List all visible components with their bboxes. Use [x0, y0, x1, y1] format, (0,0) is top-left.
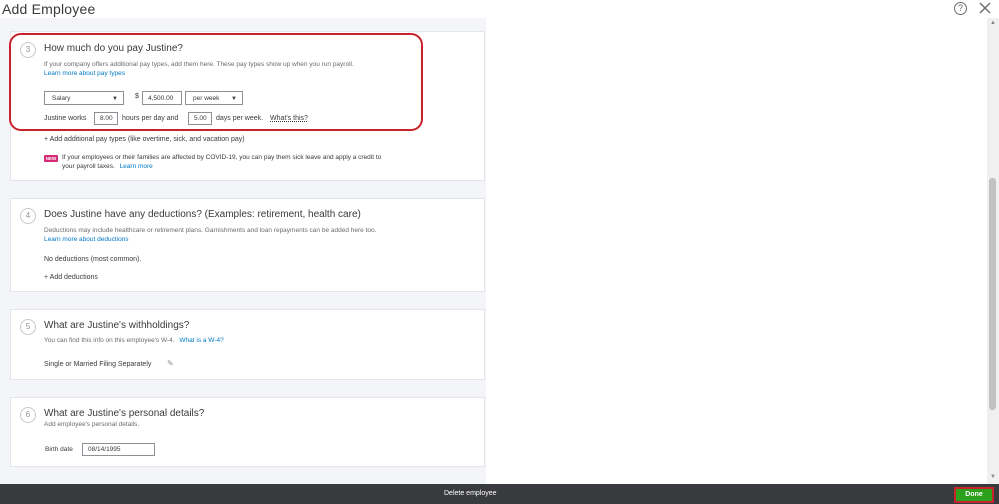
scroll-thumb[interactable] — [989, 178, 996, 410]
new-badge: NEW — [44, 155, 58, 162]
no-deductions-text: No deductions (most common). — [44, 256, 142, 263]
section-title: Does Justine have any deductions? (Examp… — [44, 209, 361, 220]
what-is-w4-link[interactable]: What is a W-4? — [179, 337, 223, 344]
add-deductions-link[interactable]: + Add deductions — [44, 274, 98, 281]
add-pay-types-link[interactable]: + Add additional pay types (like overtim… — [44, 136, 245, 143]
delete-employee-button[interactable]: Delete employee — [444, 490, 497, 497]
covid-notice-line2: your payroll taxes. Learn more — [62, 163, 153, 170]
withholdings-section: 5 What are Justine's withholdings? You c… — [10, 309, 485, 380]
modal-header: Add Employee ? — [0, 0, 999, 18]
covid-text-line2: your payroll taxes. — [62, 163, 115, 170]
covid-notice: If your employees or their families are … — [62, 154, 381, 161]
close-icon[interactable] — [977, 0, 993, 16]
filing-status-text: Single or Married Filing Separately — [44, 361, 152, 368]
birth-date-label: Birth date — [45, 446, 73, 453]
scroll-down-arrow-icon[interactable]: ▼ — [990, 474, 996, 480]
scroll-up-arrow-icon[interactable]: ▲ — [990, 20, 996, 26]
pencil-edit-icon[interactable]: ✎ — [167, 359, 174, 368]
step-number: 5 — [20, 319, 36, 335]
section-title: What are Justine's personal details? — [44, 408, 205, 419]
done-button[interactable]: Done — [954, 487, 994, 503]
side-panel — [486, 18, 987, 484]
footer-bar: Delete employee Done — [0, 484, 999, 504]
section-description: Add employee's personal details. — [44, 421, 140, 428]
covid-learn-more-link[interactable]: Learn more — [120, 163, 153, 170]
page-title: Add Employee — [2, 1, 96, 17]
step-number: 6 — [20, 407, 36, 423]
help-icon[interactable]: ? — [954, 2, 967, 15]
section-description: You can find this info on this employee'… — [44, 337, 224, 344]
deductions-section: 4 Does Justine have any deductions? (Exa… — [10, 198, 485, 292]
birth-date-input[interactable]: 08/14/1995 — [82, 443, 155, 456]
w4-description: You can find this info on this employee'… — [44, 337, 175, 344]
section-title: What are Justine's withholdings? — [44, 320, 190, 331]
scrollbar[interactable]: ▲ ▼ — [987, 18, 999, 484]
personal-details-section: 6 What are Justine's personal details? A… — [10, 397, 485, 467]
section-description: Deductions may include healthcare or ret… — [44, 227, 377, 234]
annotation-highlight — [9, 33, 423, 131]
covid-text-line1: If your employees or their families are … — [62, 154, 382, 161]
learn-more-deductions-link[interactable]: Learn more about deductions — [44, 236, 129, 243]
step-number: 4 — [20, 208, 36, 224]
